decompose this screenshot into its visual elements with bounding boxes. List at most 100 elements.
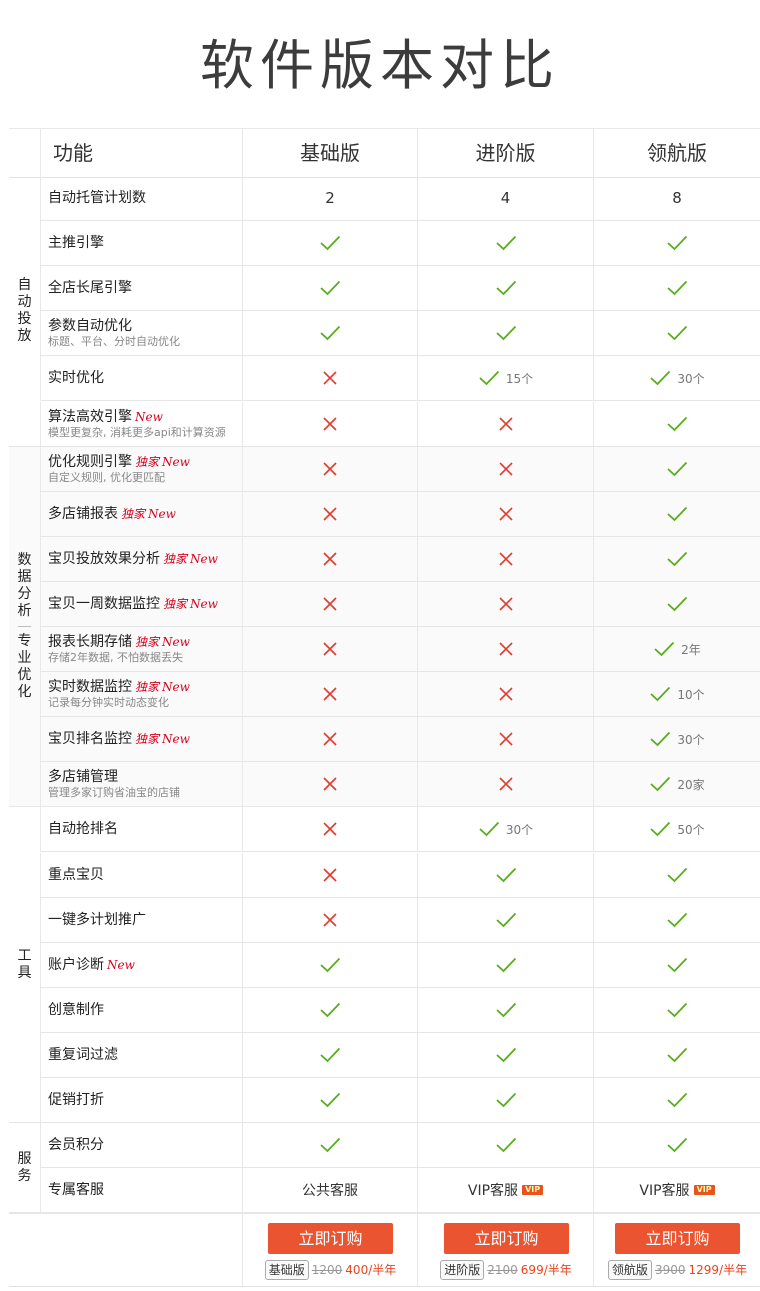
cross-icon bbox=[323, 371, 337, 386]
table-row: 促销打折 bbox=[9, 1078, 760, 1124]
table-row: 账户诊断 New bbox=[9, 942, 760, 988]
tier-value-text: 公共客服 bbox=[302, 1183, 358, 1200]
tier-value bbox=[418, 988, 593, 1032]
check-icon bbox=[650, 687, 671, 702]
exclusive-badge: 独家 bbox=[163, 551, 188, 566]
feature-name-text: 参数自动优化 bbox=[48, 318, 132, 335]
buy-now-button[interactable]: 立即订购 bbox=[268, 1223, 393, 1255]
feature-description: 存储2年数据, 不怕数据丢失 bbox=[48, 651, 183, 665]
tier-value bbox=[243, 537, 417, 581]
feature-cell: 多店铺报表 独家 New bbox=[40, 491, 242, 537]
tier-cell-2 bbox=[417, 897, 593, 943]
buy-now-button[interactable]: 立即订购 bbox=[444, 1223, 569, 1255]
cross-icon bbox=[498, 732, 513, 746]
exclusive-badge: 独家 bbox=[163, 596, 188, 611]
feature-name-wrap: 主推引擎 bbox=[48, 221, 104, 265]
feature-name: 重点宝贝 bbox=[48, 866, 104, 884]
tier-cell-3 bbox=[593, 1078, 760, 1124]
feature-cell: 参数自动优化 标题、平台、分时自动优化 bbox=[40, 311, 242, 357]
check-icon bbox=[667, 596, 688, 612]
tier-cell-2 bbox=[417, 311, 593, 357]
tier-value bbox=[243, 1033, 417, 1077]
feature-name-wrap: 多店铺报表 独家 New bbox=[48, 492, 176, 536]
tier-value-text: 4 bbox=[500, 189, 511, 208]
feature-name-wrap: 参数自动优化 标题、平台、分时自动优化 bbox=[48, 311, 180, 355]
feature-cell: 宝贝投放效果分析 独家 New bbox=[40, 536, 242, 582]
tier-cell-1 bbox=[242, 221, 417, 267]
tier-cell-1 bbox=[242, 807, 417, 853]
tier-value bbox=[418, 402, 593, 446]
tier-cell-1 bbox=[242, 672, 417, 718]
feature-name: 算法高效引擎 New bbox=[48, 408, 226, 426]
feature-name: 重复词过滤 bbox=[48, 1046, 118, 1064]
feature-cell: 专属客服 bbox=[40, 1168, 242, 1214]
feature-name-text: 专属客服 bbox=[48, 1182, 104, 1199]
tier-value bbox=[418, 717, 593, 761]
tier-cell-2: 30个 bbox=[417, 807, 593, 853]
sale-price: 1299/半年 bbox=[688, 1263, 748, 1278]
cross-icon bbox=[323, 507, 337, 521]
feature-name-text: 创意制作 bbox=[48, 1001, 104, 1018]
tier-value: 30个 bbox=[594, 356, 760, 400]
feature-name: 宝贝排名监控 独家 New bbox=[48, 730, 190, 748]
tier-cell-2 bbox=[417, 491, 593, 537]
tier-value bbox=[243, 853, 417, 897]
tier-limit: 30个 bbox=[677, 732, 705, 747]
tier-cell-3 bbox=[593, 221, 760, 267]
exclusive-badge: 独家 bbox=[135, 635, 160, 650]
tier-value: 30个 bbox=[418, 807, 593, 851]
check-icon bbox=[667, 1002, 688, 1018]
feature-cell: 实时优化 bbox=[40, 356, 242, 402]
tier-value bbox=[243, 627, 417, 671]
tier-value bbox=[594, 853, 760, 897]
tier-value: 30个 bbox=[594, 717, 760, 761]
feature-name: 实时优化 bbox=[48, 369, 104, 387]
feature-name-text: 会员积分 bbox=[48, 1137, 104, 1154]
tier-cell-1 bbox=[242, 942, 417, 988]
tier-value: 20家 bbox=[594, 762, 760, 806]
feature-cell: 促销打折 bbox=[40, 1078, 242, 1124]
feature-cell: 主推引擎 bbox=[40, 221, 242, 267]
purchase-cell-3: 立即订购 领航版 3900 1299/半年 bbox=[593, 1214, 760, 1287]
tier-cell-1 bbox=[242, 1032, 417, 1078]
feature-name-text: 实时数据监控 bbox=[48, 679, 132, 696]
feature-name-text: 宝贝一周数据监控 bbox=[48, 595, 160, 612]
tier-limit: 30个 bbox=[677, 371, 705, 386]
category-label-wrap: 自动投放 bbox=[18, 277, 32, 345]
buy-now-button[interactable]: 立即订购 bbox=[615, 1223, 740, 1255]
feature-name: 一键多计划推广 bbox=[48, 911, 146, 929]
original-price: 1200 bbox=[311, 1263, 343, 1278]
tier-value bbox=[418, 1078, 593, 1122]
tier-value bbox=[418, 537, 593, 581]
tier-value bbox=[243, 221, 417, 265]
tier-cell-2 bbox=[417, 536, 593, 582]
table-row: 创意制作 bbox=[9, 987, 760, 1033]
cross-icon bbox=[498, 462, 513, 476]
feature-name-wrap: 报表长期存储 独家 New 存储2年数据, 不怕数据丢失 bbox=[48, 627, 190, 671]
feature-description: 管理多家订购省油宝的店铺 bbox=[48, 786, 180, 800]
tier-value bbox=[243, 1078, 417, 1122]
feature-name: 专属客服 bbox=[48, 1181, 104, 1199]
tier-cell-2 bbox=[417, 942, 593, 988]
check-icon bbox=[650, 777, 671, 792]
new-badge: New bbox=[162, 680, 190, 695]
tier-value bbox=[594, 943, 760, 987]
feature-name: 宝贝一周数据监控 独家 New bbox=[48, 595, 218, 613]
feature-cell: 实时数据监控 独家 New 记录每分钟实时动态变化 bbox=[40, 672, 242, 718]
tier-value bbox=[594, 582, 760, 626]
tier-value-text: 8 bbox=[672, 189, 682, 208]
cross-icon bbox=[323, 552, 337, 566]
tier-value bbox=[594, 221, 760, 265]
feature-name-wrap: 实时数据监控 独家 New 记录每分钟实时动态变化 bbox=[48, 672, 190, 716]
tier-cell-2 bbox=[417, 581, 593, 627]
tier-cell-1 bbox=[242, 717, 417, 763]
tier-cell-2: 4 bbox=[417, 176, 593, 222]
check-icon bbox=[650, 822, 671, 837]
tier-value bbox=[243, 356, 417, 400]
tier-value bbox=[243, 582, 417, 626]
check-icon bbox=[650, 371, 671, 386]
feature-name-wrap: 重点宝贝 bbox=[48, 853, 104, 897]
tier-value bbox=[243, 717, 417, 761]
feature-name-wrap: 一键多计划推广 bbox=[48, 898, 146, 942]
tier-cell-3 bbox=[593, 942, 760, 988]
